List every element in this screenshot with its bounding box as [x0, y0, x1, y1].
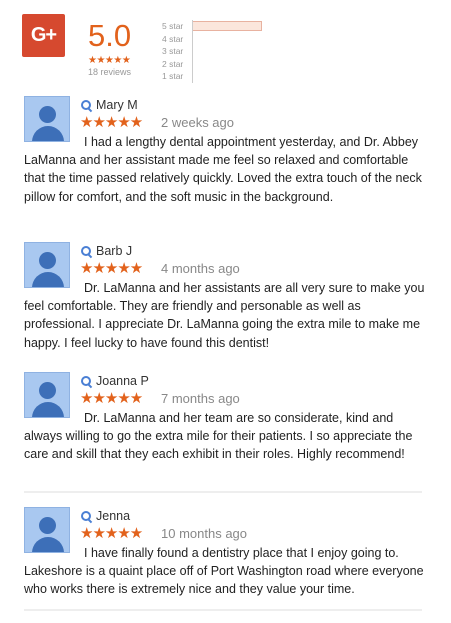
- distribution-row-4: 4 star: [162, 33, 272, 46]
- search-icon: [81, 375, 92, 387]
- review-stars: ★★★★★: [80, 114, 143, 131]
- reviewer-name[interactable]: Joanna P: [96, 374, 149, 388]
- review-text: Dr. LaManna and her team are so consider…: [24, 411, 413, 462]
- google-plus-logo-text: G+: [30, 24, 57, 46]
- distribution-bar: [192, 21, 262, 32]
- distribution-axis: [192, 20, 193, 83]
- search-icon: [81, 99, 92, 111]
- average-rating-stars: ★★★★★: [88, 55, 131, 66]
- search-icon: [81, 245, 92, 257]
- rating-distribution: 5 star 4 star 3 star 2 star 1 star: [162, 20, 272, 83]
- distribution-label: 4 star: [162, 33, 184, 44]
- reviewer-name-row[interactable]: Barb J: [81, 244, 132, 258]
- search-icon: [81, 510, 92, 522]
- review-stars: ★★★★★: [80, 260, 143, 277]
- review-text: Dr. LaManna and her assistants are all v…: [24, 281, 425, 350]
- reviewer-name[interactable]: Barb J: [96, 244, 132, 258]
- distribution-label: 1 star: [162, 71, 184, 82]
- review-text: I had a lengthy dental appointment yeste…: [24, 135, 422, 204]
- review-date: 2 weeks ago: [161, 115, 234, 130]
- review-divider: [24, 491, 422, 493]
- review-date: 7 months ago: [161, 391, 240, 406]
- distribution-row-2: 2 star: [162, 58, 272, 71]
- distribution-label: 5 star: [162, 21, 184, 32]
- review-count[interactable]: 18 reviews: [88, 67, 131, 77]
- reviewer-name-row[interactable]: Mary M: [81, 98, 138, 112]
- rating-summary: G+ 5.0 ★★★★★ 18 reviews 5 star 4 star 3 …: [22, 14, 282, 84]
- reviewer-name-row[interactable]: Jenna: [81, 509, 130, 523]
- review-date: 10 months ago: [161, 526, 248, 541]
- reviewer-name-row[interactable]: Joanna P: [81, 374, 149, 388]
- review-text: I have finally found a dentistry place t…: [24, 546, 424, 597]
- distribution-row-1: 1 star: [162, 70, 272, 83]
- review-date: 4 months ago: [161, 261, 240, 276]
- review-divider: [24, 609, 422, 611]
- review-stars: ★★★★★: [80, 390, 143, 407]
- distribution-row-5: 5 star: [162, 20, 272, 33]
- distribution-row-3: 3 star: [162, 45, 272, 58]
- distribution-label: 3 star: [162, 46, 184, 57]
- google-plus-logo[interactable]: G+: [22, 14, 65, 57]
- distribution-label: 2 star: [162, 58, 184, 69]
- reviewer-name[interactable]: Mary M: [96, 98, 138, 112]
- review-stars: ★★★★★: [80, 525, 143, 542]
- average-rating: 5.0: [88, 18, 132, 53]
- reviewer-name[interactable]: Jenna: [96, 509, 130, 523]
